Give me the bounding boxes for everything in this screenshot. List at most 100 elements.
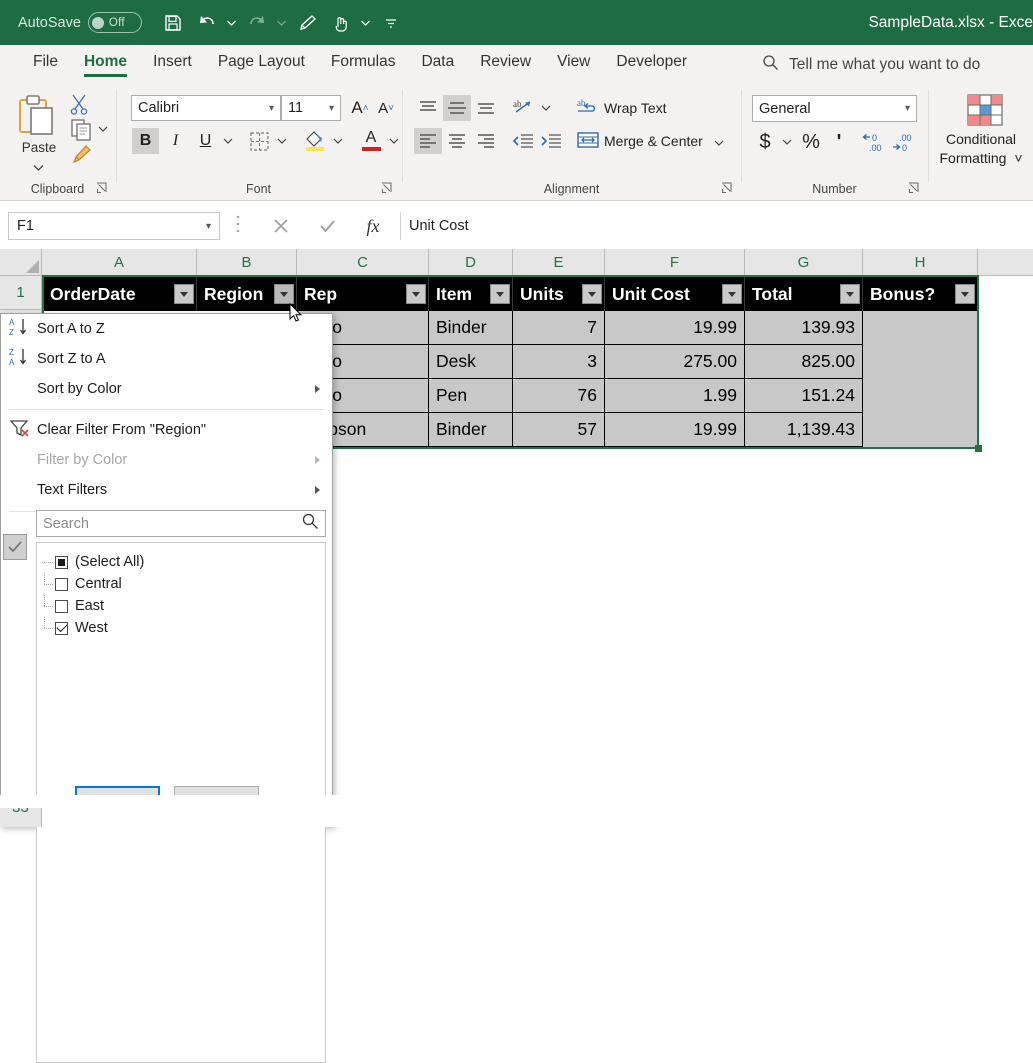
filter-button-region[interactable] (274, 284, 294, 304)
tab-review[interactable]: Review (467, 45, 544, 76)
checkbox-select-all[interactable] (55, 556, 68, 569)
decrease-decimal-icon[interactable]: 0.00 (860, 128, 890, 156)
insert-function-icon[interactable]: fx (350, 212, 396, 240)
save-icon[interactable] (156, 0, 190, 45)
align-top-icon[interactable] (414, 95, 442, 121)
tell-me-search[interactable]: Tell me what you want to do (762, 45, 980, 84)
checkbox-east[interactable] (55, 600, 68, 613)
chevron-down-icon[interactable]: ▾ (269, 103, 274, 114)
increase-decimal-icon[interactable]: .000 (890, 128, 920, 156)
menu-item-sort-by-color[interactable]: Sort by Color (1, 374, 332, 404)
cell-total-3[interactable]: 151.24 (745, 379, 863, 413)
alignment-dialog-launcher[interactable] (721, 182, 734, 195)
column-header-a[interactable]: A (42, 249, 197, 276)
cell-total-4[interactable]: 1,139.43 (745, 413, 863, 447)
filter-search-input[interactable]: Search (36, 510, 326, 537)
tab-data[interactable]: Data (408, 45, 467, 76)
chevron-down-icon[interactable]: ▾ (905, 103, 910, 114)
column-header-h[interactable]: H (863, 249, 978, 276)
paste-label[interactable]: Paste (14, 140, 64, 155)
font-color-dropdown-icon[interactable] (385, 128, 403, 154)
cancel-edit-icon[interactable] (258, 212, 304, 240)
cut-icon[interactable] (66, 92, 92, 116)
align-right-icon[interactable] (472, 128, 500, 154)
cell-unit-cost-1[interactable]: 19.99 (605, 311, 745, 345)
chevron-down-icon[interactable]: ▾ (329, 103, 334, 114)
hand-icon[interactable] (324, 0, 358, 45)
font-name-input[interactable]: Calibri ▾ (131, 95, 281, 121)
clipboard-dialog-launcher[interactable] (96, 182, 109, 195)
filter-button-orderdate[interactable] (174, 284, 194, 304)
tab-insert[interactable]: Insert (140, 45, 205, 76)
merge-center-button[interactable]: Merge & Center (577, 128, 724, 154)
redo-icon[interactable] (240, 0, 274, 45)
currency-button[interactable]: $ (752, 128, 778, 156)
menu-item-sort-a-to-z[interactable]: AZ Sort A to Z (1, 314, 332, 344)
search-icon[interactable] (302, 513, 319, 534)
cell-unit-cost-2[interactable]: 275.00 (605, 345, 745, 379)
column-header-b[interactable]: B (197, 249, 297, 276)
undo-dropdown-icon[interactable] (224, 0, 240, 45)
increase-font-size-button[interactable]: A˄ (347, 95, 373, 121)
confirm-edit-icon[interactable] (304, 212, 350, 240)
column-header-e[interactable]: E (513, 249, 605, 276)
formula-input[interactable]: Unit Cost (400, 212, 1033, 240)
filter-item-select-all[interactable]: (Select All) (55, 551, 325, 573)
decrease-indent-icon[interactable] (509, 128, 537, 154)
orientation-dropdown-icon[interactable] (537, 95, 555, 121)
filter-button-bonus[interactable] (955, 284, 975, 304)
chevron-down-icon[interactable]: ˅ (1014, 150, 1022, 166)
percent-button[interactable]: % (798, 128, 824, 156)
row-header-bottom[interactable]: 33 (0, 808, 42, 827)
paste-icon[interactable] (16, 94, 60, 145)
copy-dropdown-icon[interactable] (96, 122, 110, 136)
paste-dropdown-icon[interactable] (33, 158, 44, 176)
cell-total-2[interactable]: 825.00 (745, 345, 863, 379)
orientation-icon[interactable]: ab (509, 95, 537, 121)
cell-units-2[interactable]: 3 (513, 345, 605, 379)
column-header-d[interactable]: D (429, 249, 513, 276)
menu-item-clear-filter[interactable]: Clear Filter From "Region" (1, 415, 332, 445)
column-header-c[interactable]: C (297, 249, 429, 276)
column-header-i[interactable] (978, 249, 1033, 276)
row-header-1[interactable]: 1 (0, 276, 42, 310)
borders-icon[interactable] (245, 128, 273, 154)
number-dialog-launcher[interactable] (908, 182, 921, 195)
bold-button[interactable]: B (132, 128, 159, 154)
redo-dropdown-icon[interactable] (274, 0, 290, 45)
copy-icon[interactable] (68, 118, 94, 142)
touch-mode-dropdown-icon[interactable] (358, 0, 374, 45)
cell-unit-cost-4[interactable]: 19.99 (605, 413, 745, 447)
filter-button-unit-cost[interactable] (722, 284, 742, 304)
cell-units-1[interactable]: 7 (513, 311, 605, 345)
cell-units-3[interactable]: 76 (513, 379, 605, 413)
cell-total-1[interactable]: 139.93 (745, 311, 863, 345)
align-center-icon[interactable] (443, 128, 471, 154)
filter-button-total[interactable] (840, 284, 860, 304)
format-painter-icon[interactable] (68, 142, 94, 166)
tab-formulas[interactable]: Formulas (318, 45, 409, 76)
increase-indent-icon[interactable] (537, 128, 565, 154)
cell-bonus-3[interactable] (863, 379, 978, 413)
tab-view[interactable]: View (544, 45, 603, 76)
number-format-select[interactable]: General ▾ (752, 95, 917, 122)
checkbox-west[interactable] (55, 622, 68, 635)
cell-item-2[interactable]: Desk (429, 345, 513, 379)
align-middle-icon[interactable] (443, 95, 471, 121)
align-left-icon[interactable] (414, 128, 442, 154)
borders-dropdown-icon[interactable] (273, 128, 291, 154)
tab-page-layout[interactable]: Page Layout (205, 45, 318, 76)
cell-unit-cost-3[interactable]: 1.99 (605, 379, 745, 413)
font-color-icon[interactable]: A (357, 126, 385, 154)
cell-item-1[interactable]: Binder (429, 311, 513, 345)
undo-icon[interactable] (190, 0, 224, 45)
name-box-dropdown-icon[interactable]: ▾ (206, 221, 211, 232)
filter-item-east[interactable]: East (55, 595, 325, 617)
conditional-formatting-icon[interactable] (967, 94, 1003, 131)
filter-button-item[interactable] (490, 284, 510, 304)
cell-bonus-4[interactable] (863, 413, 978, 447)
fill-color-icon[interactable] (301, 126, 329, 154)
underline-dropdown-icon[interactable] (219, 128, 237, 154)
merge-center-dropdown-icon[interactable] (714, 133, 724, 149)
autosave-toggle[interactable]: AutoSave Off (18, 12, 142, 33)
